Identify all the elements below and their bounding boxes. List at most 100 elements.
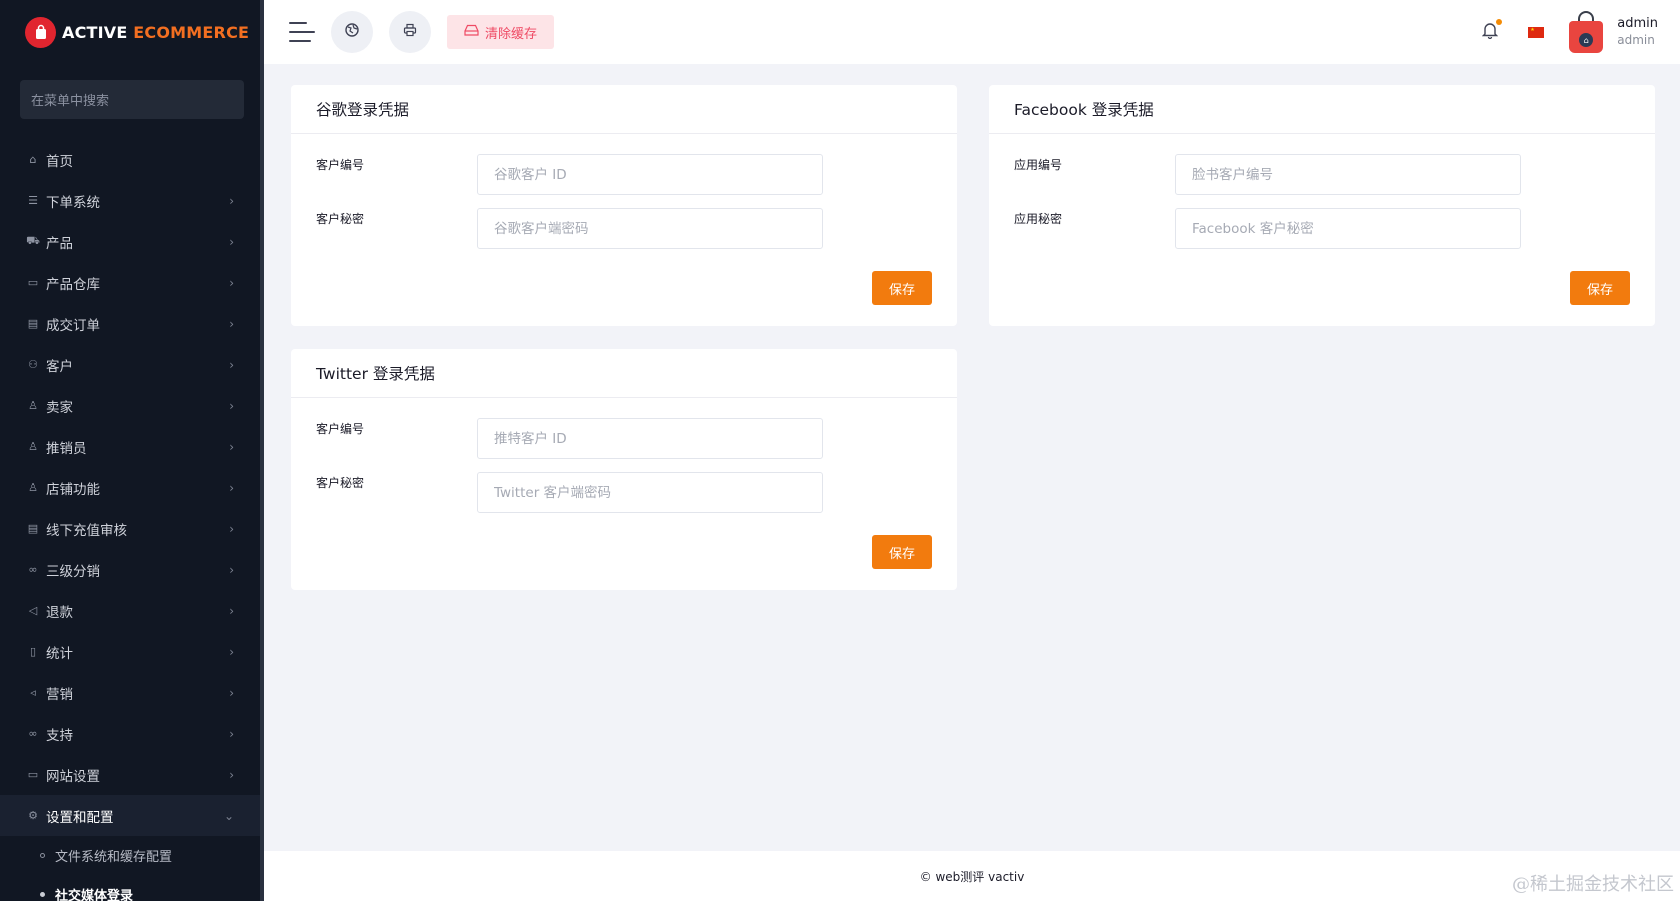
sidebar-item[interactable]: ♙ 卖家 › — [0, 385, 264, 426]
sidebar-item[interactable]: ⚇ 客户 › — [0, 344, 264, 385]
sidebar-item[interactable]: ◃ 营销 › — [0, 672, 264, 713]
sidebar-item[interactable]: ⚙ 设置和配置 ⌄ — [0, 795, 264, 836]
facebook-credentials-card: Facebook 登录凭据 应用编号 应用秘密 保存 — [989, 85, 1655, 326]
chevron-right-icon: › — [229, 439, 234, 454]
backward-icon: ◁ — [28, 604, 38, 617]
sidebar-item-label: 产品 — [46, 235, 73, 252]
sidebar: ACTIVE ECOMMERCE 在菜单中搜索 ⌂ 首页 ☰ 下单系统 › ⛟ 产品 › ▭ 产品… — [0, 0, 264, 901]
chevron-right-icon: › — [229, 521, 234, 536]
report-icon: ▯ — [29, 645, 37, 658]
sidebar-item[interactable]: ☰ 下单系统 › — [0, 180, 264, 221]
bell-icon[interactable] — [1482, 18, 1503, 44]
globe-button[interactable] — [331, 11, 373, 53]
china-flag-icon[interactable]: ★ — [1528, 26, 1545, 38]
sidebar-sub-item[interactable]: 文件系统和缓存配置 — [0, 836, 264, 875]
sidebar-scrollbar[interactable] — [260, 0, 264, 901]
sidebar-item-label: 设置和配置 — [46, 809, 114, 826]
brand[interactable]: ACTIVE ECOMMERCE — [0, 0, 264, 64]
save-button[interactable]: 保存 — [872, 535, 932, 569]
avatar[interactable]: ⌂ — [1569, 11, 1604, 53]
sidebar-item[interactable]: ⌂ 首页 — [0, 139, 264, 180]
footer-text: © web测评 vactiv — [919, 869, 1025, 884]
twitter-client-secret-input[interactable] — [477, 472, 823, 513]
user-tie-icon: ♙ — [28, 440, 38, 453]
link-icon: ∞ — [28, 563, 38, 576]
chevron-right-icon: › — [229, 603, 234, 618]
sidebar-item[interactable]: ⛟ 产品 › — [0, 221, 264, 262]
sidebar-item-label: 客户 — [46, 358, 73, 375]
chevron-right-icon: › — [229, 767, 234, 782]
sidebar-item[interactable]: ◁ 退款 › — [0, 590, 264, 631]
sidebar-item[interactable]: ♙ 店铺功能 › — [0, 467, 264, 508]
hamburger-icon[interactable] — [289, 22, 315, 42]
chevron-right-icon: › — [229, 480, 234, 495]
sidebar-item-label: 统计 — [46, 645, 73, 662]
print-button[interactable] — [389, 11, 431, 53]
sidebar-sub-item-label: 社交媒体登录 — [55, 889, 134, 901]
wallet-icon: ▤ — [27, 522, 39, 535]
hdd-icon — [464, 24, 479, 40]
topbar-right: ★ ⌂ admin admin — [1482, 0, 1680, 64]
sidebar-sub-item-label: 文件系统和缓存配置 — [55, 850, 173, 865]
chevron-right-icon: › — [229, 357, 234, 372]
user-icon: ♙ — [28, 399, 38, 412]
sidebar-item-label: 三级分销 — [46, 563, 100, 580]
brand-name-white: ACTIVE — [62, 22, 128, 42]
bullet-icon — [40, 892, 45, 897]
sidebar-item[interactable]: ♙ 推销员 › — [0, 426, 264, 467]
sidebar-item[interactable]: ∞ 三级分销 › — [0, 549, 264, 590]
sidebar-item-label: 产品仓库 — [46, 276, 100, 293]
user-info[interactable]: admin admin — [1617, 15, 1658, 49]
sidebar-item-label: 卖家 — [46, 399, 73, 416]
user-role: admin — [1617, 33, 1655, 47]
chevron-right-icon: › — [229, 234, 234, 249]
sidebar-item[interactable]: ▤ 线下充值审核 › — [0, 508, 264, 549]
cog-icon: ⚙ — [28, 809, 38, 822]
chevron-right-icon: › — [229, 275, 234, 290]
facebook-app-secret-input[interactable] — [1175, 208, 1521, 249]
sidebar-item[interactable]: ▤ 成交订单 › — [0, 303, 264, 344]
sidebar-item-label: 首页 — [46, 153, 73, 170]
watermark: @稀土掘金技术社区 — [1512, 874, 1674, 895]
google-client-secret-input[interactable] — [477, 208, 823, 249]
chevron-right-icon: › — [229, 193, 234, 208]
sidebar-item-label: 成交订单 — [46, 317, 100, 334]
sidebar-item[interactable]: ▭ 产品仓库 › — [0, 262, 264, 303]
client-id-row: 客户编号 — [291, 134, 957, 195]
bullhorn-icon: ◃ — [30, 686, 36, 699]
shopping-bag-icon — [25, 16, 56, 48]
sidebar-item[interactable]: ∞ 支持 › — [0, 713, 264, 754]
clear-cache-button[interactable]: 清除缓存 — [447, 15, 555, 49]
sidebar-item[interactable]: ▭ 网站设置 › — [0, 754, 264, 795]
menu-search-placeholder: 在菜单中搜索 — [31, 94, 110, 109]
brand-name-orange: ECOMMERCE — [133, 22, 250, 42]
store-icon: ♙ — [28, 481, 38, 494]
card-title: Facebook 登录凭据 — [989, 85, 1655, 134]
sidebar-item-label: 支持 — [46, 727, 73, 744]
home-icon: ⌂ — [29, 153, 37, 166]
client-secret-row: 客户秘密 — [291, 452, 957, 513]
twitter-credentials-card: Twitter 登录凭据 客户编号 客户秘密 保存 — [291, 349, 957, 590]
chevron-right-icon: › — [229, 316, 234, 331]
sidebar-item-label: 网站设置 — [46, 768, 100, 785]
bullet-icon — [40, 853, 45, 858]
desktop-icon: ▭ — [27, 768, 39, 781]
card-title: Twitter 登录凭据 — [291, 349, 957, 398]
globe-icon — [345, 23, 359, 41]
save-button[interactable]: 保存 — [1570, 271, 1630, 305]
notification-dot — [1496, 18, 1503, 25]
footer: © web测评 vactiv — [264, 851, 1680, 901]
sidebar-item-label: 退款 — [46, 604, 73, 621]
sidebar-item-label: 营销 — [46, 686, 73, 703]
google-credentials-card: 谷歌登录凭据 客户编号 客户秘密 保存 — [291, 85, 957, 326]
client-id-label: 客户编号 — [316, 422, 365, 436]
client-id-label: 客户编号 — [316, 158, 365, 172]
menu-search-input[interactable]: 在菜单中搜索 — [20, 80, 244, 119]
app-secret-label: 应用秘密 — [1014, 212, 1063, 226]
cart-icon: ⛟ — [26, 234, 40, 247]
archive-icon: ▭ — [27, 276, 39, 289]
sidebar-item[interactable]: ▯ 统计 › — [0, 631, 264, 672]
save-button[interactable]: 保存 — [872, 271, 932, 305]
client-secret-row: 客户秘密 — [291, 188, 957, 249]
sidebar-sub-item[interactable]: 社交媒体登录 — [0, 875, 264, 901]
